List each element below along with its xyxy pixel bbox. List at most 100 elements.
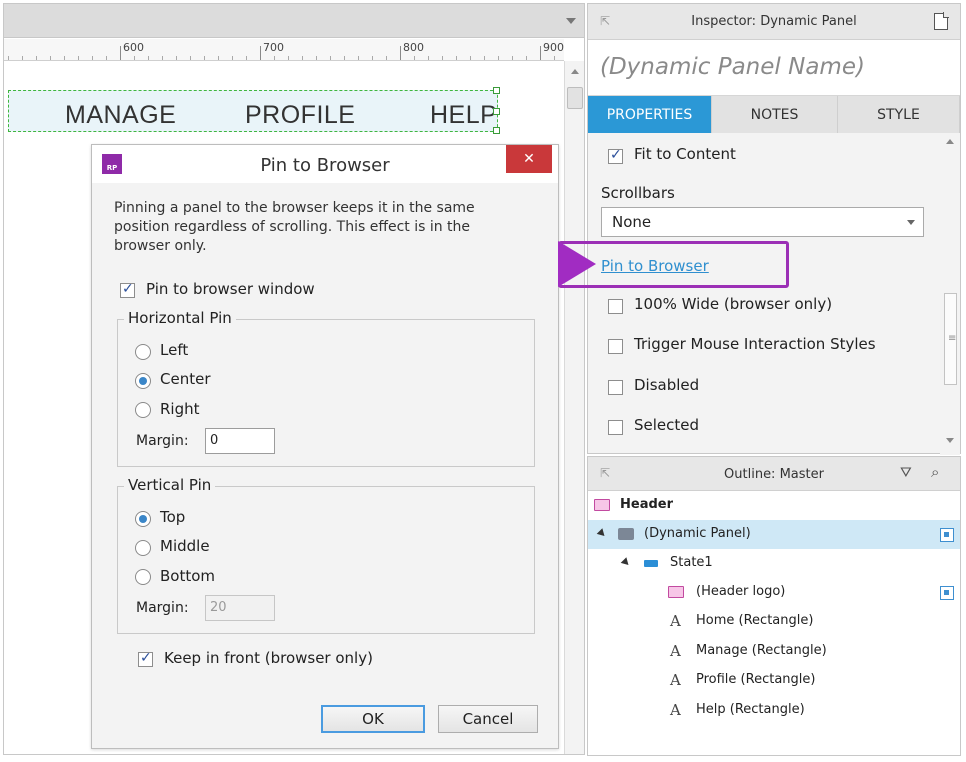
inspector-header: ⇱ Inspector: Dynamic Panel [588,4,960,40]
ruler-tick [386,56,387,60]
ok-button[interactable]: OK [321,705,425,733]
dropdown-arrow-icon[interactable] [566,18,576,24]
grip-icon: ≡ [948,333,957,344]
ruler-tick [372,56,373,60]
canvas-vertical-scrollbar[interactable] [564,61,584,754]
pin-to-browser-checkbox[interactable] [120,281,135,298]
outline-row-label: Profile (Rectangle) [696,672,816,687]
document-icon[interactable] [934,12,949,30]
outline-row-header[interactable]: Header [588,491,960,520]
ruler-label: 800 [403,41,424,54]
wide-label: 100% Wide (browser only) [634,295,833,313]
outline-row-label: Header [620,497,674,512]
outline-row-header-logo[interactable]: (Header logo) [588,578,960,607]
ruler-tick [148,56,149,60]
scroll-up-icon[interactable] [571,69,579,74]
outline-row-dynamic-panel[interactable]: (Dynamic Panel) [588,520,960,549]
ruler-tick [204,56,205,60]
outline-row-label: Help (Rectangle) [696,702,805,717]
ruler-major-tick [540,46,541,60]
radio-top[interactable] [135,511,151,527]
disabled-checkbox[interactable] [608,380,623,395]
scroll-down-icon[interactable] [946,438,954,443]
ruler-tick [288,56,289,60]
selected-checkbox[interactable] [608,420,623,435]
outline-row-help[interactable]: A Help (Rectangle) [588,696,960,725]
ruler-tick [442,56,443,60]
outline-row-label: State1 [670,555,713,570]
ruler-tick [8,56,9,60]
ruler-tick [484,56,485,60]
outline-row-label: (Dynamic Panel) [644,526,751,541]
outline-row-label: Home (Rectangle) [696,613,814,628]
ruler-tick [162,56,163,60]
scrollbars-select[interactable]: None [601,207,924,237]
menu-item-help[interactable]: HELP [430,101,497,130]
search-icon[interactable]: ⌕ [931,463,939,481]
radio-left[interactable] [135,344,151,360]
scroll-thumb[interactable] [567,87,583,109]
ruler-major-tick [400,46,401,60]
outline-row-state1[interactable]: State1 [588,549,960,578]
outline-row-home[interactable]: A Home (Rectangle) [588,607,960,636]
fit-to-content-checkbox[interactable] [608,147,623,164]
ruler-tick [316,56,317,60]
expand-caret-icon[interactable] [620,557,632,568]
radio-middle[interactable] [135,540,151,556]
resize-handle[interactable] [493,87,500,94]
outline-header: ⇱ Outline: Master ⛛ ⌕ [588,457,960,491]
resize-handle[interactable] [493,127,500,134]
trigger-checkbox[interactable] [608,339,623,354]
canvas-tab-bar [4,4,584,38]
ruler-tick [64,56,65,60]
interaction-marker-icon [940,586,954,600]
trigger-label: Trigger Mouse Interaction Styles [634,335,876,353]
vertical-margin-label: Margin: [136,600,189,616]
header-menu-panel[interactable]: MANAGE PROFILE HELP [8,87,500,134]
ruler-major-tick [120,46,121,60]
inspector-title: Inspector: Dynamic Panel [691,14,857,29]
horizontal-margin-label: Margin: [136,433,189,449]
ruler-tick [134,56,135,60]
ruler-tick [428,56,429,60]
radio-right[interactable] [135,402,151,418]
tab-style[interactable]: STYLE [838,96,960,133]
ruler-tick [218,56,219,60]
cancel-button[interactable]: Cancel [438,705,538,733]
properties-scrollbar[interactable]: ≡ [940,133,960,455]
filter-icon[interactable]: ⛛ [900,465,912,481]
ruler-tick [456,56,457,60]
ruler-tick [176,56,177,60]
keep-in-front-checkbox[interactable] [138,650,153,667]
ruler-tick [414,56,415,60]
ruler-tick [36,56,37,60]
radio-middle-label: Middle [160,537,210,555]
panel-name-field[interactable]: (Dynamic Panel Name) [588,40,960,96]
horizontal-margin-input[interactable]: 0 [205,428,275,454]
dynamic-panel-icon [618,528,634,540]
vertical-pin-legend: Vertical Pin [124,476,216,494]
master-icon [668,586,684,598]
outline-row-profile[interactable]: A Profile (Rectangle) [588,666,960,695]
close-button[interactable]: ✕ [506,145,552,173]
tab-properties[interactable]: PROPERTIES [588,96,712,133]
resize-handle[interactable] [493,108,500,115]
horizontal-ruler: 600 700 800 900 [4,39,564,61]
inspector-panel: ⇱ Inspector: Dynamic Panel (Dynamic Pane… [587,3,961,455]
outline-row-manage[interactable]: A Manage (Rectangle) [588,637,960,666]
tab-notes[interactable]: NOTES [712,96,838,133]
ruler-tick [190,56,191,60]
ruler-tick [526,56,527,60]
wide-checkbox[interactable] [608,299,623,314]
chevron-down-icon [907,220,915,225]
text-icon: A [670,642,681,660]
master-icon [594,499,610,511]
scroll-up-icon[interactable] [946,139,954,144]
text-icon: A [670,701,681,719]
menu-item-profile[interactable]: PROFILE [245,101,355,130]
radio-bottom[interactable] [135,569,151,585]
menu-item-manage[interactable]: MANAGE [65,101,176,130]
ruler-tick [232,56,233,60]
radio-center[interactable] [135,373,151,389]
expand-caret-icon[interactable] [596,528,608,539]
